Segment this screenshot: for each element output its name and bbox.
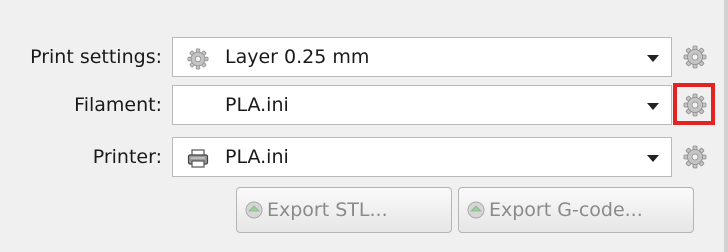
chevron-down-icon[interactable] (647, 55, 659, 62)
export-icon (467, 201, 485, 219)
highlight-box (673, 83, 715, 125)
filament-row: Filament: PLA.ini (0, 83, 728, 127)
gear-icon (683, 145, 707, 169)
export-icon (245, 201, 263, 219)
print-settings-row: Print settings: Layer 0.25 mm (0, 35, 728, 79)
print-settings-edit-button[interactable] (680, 42, 710, 72)
print-settings-value: Layer 0.25 mm (225, 46, 370, 68)
filament-value: PLA.ini (225, 94, 289, 116)
printer-icon (187, 149, 209, 168)
gear-icon (187, 48, 209, 70)
filament-label: Filament: (74, 94, 162, 116)
printer-label: Printer: (92, 146, 162, 168)
printer-row: Printer: PLA.ini (0, 135, 728, 179)
filament-combo[interactable]: PLA.ini (172, 85, 672, 125)
print-settings-combo[interactable]: Layer 0.25 mm (172, 37, 672, 77)
chevron-down-icon[interactable] (647, 155, 659, 162)
printer-edit-button[interactable] (680, 142, 710, 172)
gear-icon (683, 45, 707, 69)
printer-combo[interactable]: PLA.ini (172, 137, 672, 177)
printer-value: PLA.ini (225, 146, 289, 168)
export-stl-label: Export STL... (267, 199, 388, 221)
export-gcode-label: Export G-code... (489, 199, 643, 221)
export-gcode-button[interactable]: Export G-code... (458, 187, 694, 233)
chevron-down-icon[interactable] (647, 103, 659, 110)
export-stl-button[interactable]: Export STL... (236, 187, 452, 233)
print-settings-label: Print settings: (30, 46, 162, 68)
